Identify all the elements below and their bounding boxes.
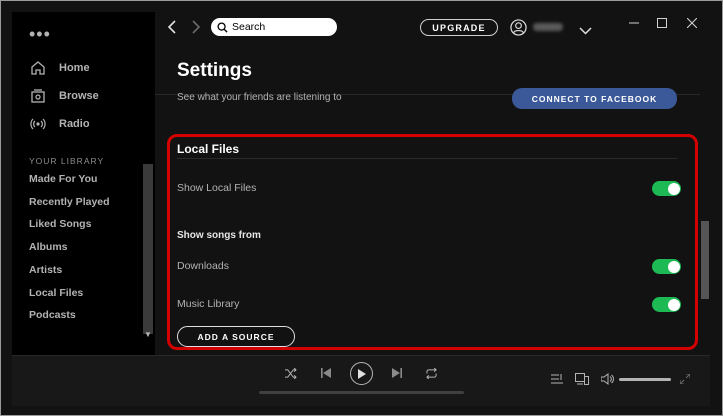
sidebar-item-label: Home [59,62,90,74]
forward-arrow-icon[interactable] [191,20,201,39]
sidebar-item-radio[interactable]: Radio [29,113,90,135]
toggle-knob [667,298,680,311]
connect-facebook-button[interactable]: CONNECT TO FACEBOOK [512,88,677,109]
username-blurred[interactable] [533,23,563,31]
next-track-icon[interactable] [392,368,402,378]
sidebar-item-label: Browse [59,90,99,102]
main-scrollbar-track[interactable] [700,46,710,355]
friends-activity-text: See what your friends are listening to [177,92,342,103]
volume-icon[interactable] [601,373,614,385]
music-library-toggle[interactable] [652,297,681,312]
progress-bar[interactable] [259,391,464,394]
sidebar-item-browse[interactable]: Browse [29,85,99,107]
browse-icon [29,87,47,105]
search-input[interactable]: Search [211,18,337,36]
sidebar-item-home[interactable]: Home [29,57,90,79]
show-songs-from-heading: Show songs from [177,230,261,241]
minimize-icon[interactable] [629,17,639,31]
radio-icon [29,115,47,133]
local-files-section-title: Local Files [177,142,240,156]
upgrade-button[interactable]: UPGRADE [420,19,498,36]
show-local-files-toggle[interactable] [652,181,681,196]
chevron-down-icon[interactable]: ▼ [144,330,152,339]
devices-icon[interactable] [575,373,589,385]
settings-panel: Settings See what your friends are liste… [155,46,710,355]
back-arrow-icon[interactable] [167,20,177,39]
library-item-artists[interactable]: Artists [29,264,62,276]
sidebar-item-label: Radio [59,118,90,130]
user-icon[interactable] [510,19,527,41]
chevron-down-icon[interactable] [579,22,592,40]
shuffle-icon[interactable] [284,368,297,379]
search-icon [217,21,228,33]
app-menu-button[interactable]: ••• [29,25,51,43]
top-bar: Search UPGRADE [155,12,710,46]
toggle-knob [667,182,680,195]
player-bar [12,355,710,406]
play-icon [358,368,366,379]
library-item-local-files[interactable]: Local Files [29,287,83,299]
sidebar-scrollbar[interactable] [143,164,153,334]
add-a-source-button[interactable]: ADD A SOURCE [177,326,295,347]
spotify-window: ••• Home Browse Radio YOUR LIBRARY Made … [0,0,723,416]
show-local-files-label: Show Local Files [177,182,257,194]
toggle-knob [667,260,680,273]
queue-icon[interactable] [551,374,563,385]
volume-slider[interactable] [619,378,671,381]
previous-track-icon[interactable] [321,368,331,378]
library-item-albums[interactable]: Albums [29,241,68,253]
main-scrollbar-thumb[interactable] [701,221,709,299]
home-icon [29,59,47,77]
close-icon[interactable] [686,17,698,31]
divider [177,158,677,159]
downloads-toggle[interactable] [652,259,681,274]
local-files-highlight-box [167,134,698,350]
search-placeholder: Search [232,21,266,33]
library-item-podcasts[interactable]: Podcasts [29,309,76,321]
sidebar: ••• Home Browse Radio YOUR LIBRARY Made … [12,12,155,355]
maximize-icon[interactable] [657,17,667,31]
library-heading: YOUR LIBRARY [29,156,105,166]
music-library-label: Music Library [177,298,240,310]
play-button[interactable] [350,362,373,385]
library-item-liked-songs[interactable]: Liked Songs [29,218,91,230]
page-title: Settings [177,60,252,81]
repeat-icon[interactable] [425,368,438,379]
library-item-recently-played[interactable]: Recently Played [29,196,110,208]
downloads-label: Downloads [177,260,229,272]
fullscreen-icon[interactable] [680,374,690,384]
library-item-made-for-you[interactable]: Made For You [29,173,97,185]
